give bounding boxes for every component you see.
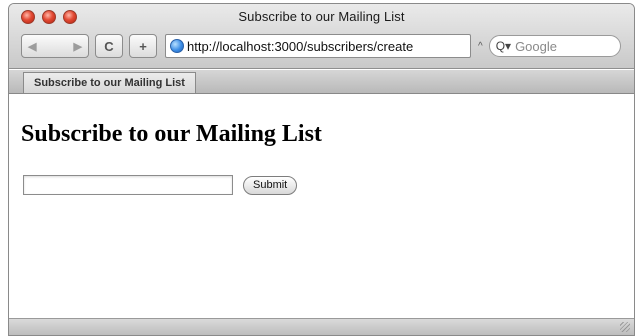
browser-window: Subscribe to our Mailing List ◀ ▶ C + ht… [8, 3, 635, 336]
add-bookmark-button[interactable]: + [129, 34, 157, 58]
tab-subscribe[interactable]: Subscribe to our Mailing List [23, 72, 196, 93]
reload-icon: C [104, 38, 114, 54]
forward-icon[interactable]: ▶ [74, 40, 82, 53]
plus-icon: + [139, 38, 147, 54]
search-icon[interactable]: Q▾ [496, 39, 511, 53]
browser-chrome: Subscribe to our Mailing List ◀ ▶ C + ht… [9, 4, 634, 69]
status-bar [9, 318, 634, 335]
tab-bar: Subscribe to our Mailing List [9, 70, 634, 94]
search-field[interactable]: Q▾ Google [488, 35, 621, 57]
search-placeholder: Google [515, 38, 557, 54]
submit-button[interactable]: Submit [243, 175, 298, 195]
browser-toolbar: ◀ ▶ C + http://localhost:3000/subscriber… [21, 34, 621, 58]
subscribe-form: Submit [23, 175, 298, 195]
address-bar-url[interactable]: http://localhost:3000/subscribers/create [187, 39, 413, 54]
back-forward-buttons: ◀ ▶ [21, 34, 89, 58]
address-bar-caret-icon[interactable]: ^ [478, 41, 483, 52]
page-content: Subscribe to our Mailing List Submit [9, 95, 634, 321]
address-bar[interactable]: http://localhost:3000/subscribers/create [165, 34, 471, 58]
back-icon[interactable]: ◀ [28, 40, 36, 53]
window-title: Subscribe to our Mailing List [238, 9, 405, 24]
globe-icon [170, 39, 184, 53]
reload-button[interactable]: C [95, 34, 123, 58]
email-field[interactable] [23, 175, 233, 195]
page-title: Subscribe to our Mailing List [21, 121, 322, 147]
resize-handle-icon[interactable] [620, 322, 630, 332]
